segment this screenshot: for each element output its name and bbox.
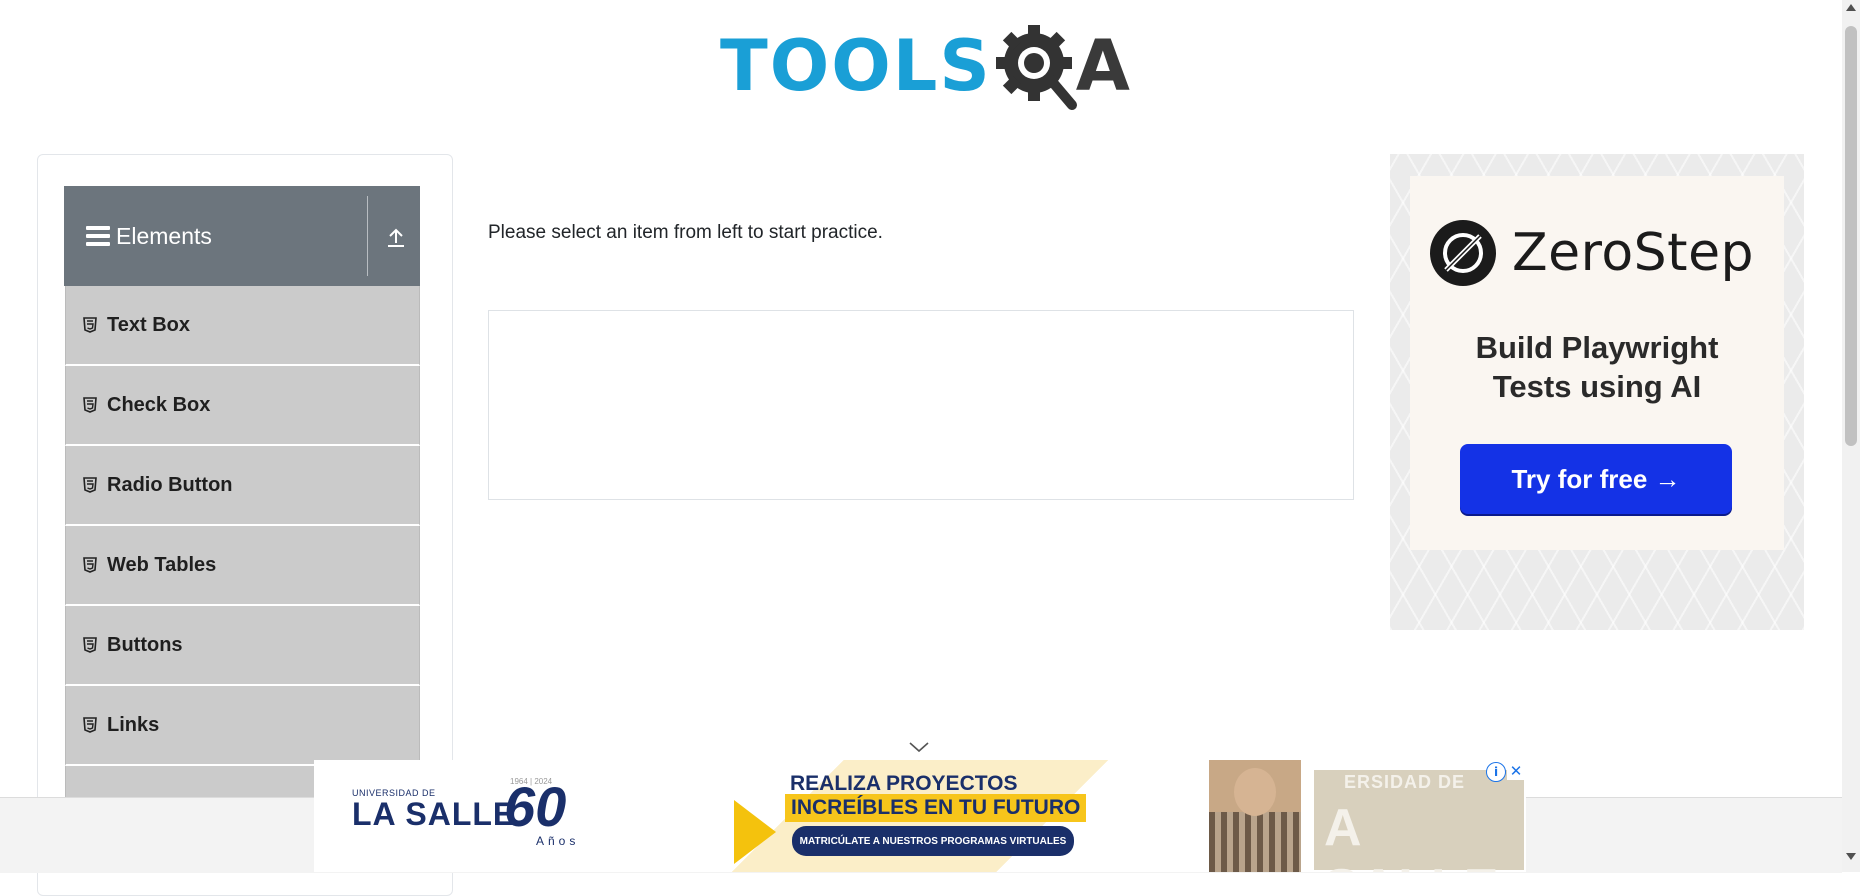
scroll-up-icon[interactable] — [1846, 4, 1856, 11]
gear-magnifier-icon — [992, 21, 1082, 111]
sidebar-item-label: Web Tables — [107, 553, 217, 576]
sidebar-item-radio-button[interactable]: Radio Button — [65, 446, 420, 526]
close-icon[interactable]: ✕ — [1507, 762, 1525, 780]
zerostep-brand-name: ZeroStep — [1512, 223, 1755, 283]
scroll-down-icon[interactable] — [1846, 853, 1856, 860]
logo-text-a: A — [1075, 25, 1130, 107]
tagline-line-2: Tests using AI — [1492, 369, 1702, 404]
group-title: Elements — [116, 222, 212, 249]
vertical-scrollbar[interactable] — [1842, 0, 1860, 872]
hamburger-icon — [86, 226, 110, 246]
zerostep-tagline: Build Playwright Tests using AI — [1410, 328, 1784, 406]
zerostep-ad[interactable]: ZeroStep Build Playwright Tests using AI… — [1390, 154, 1804, 630]
html5-icon — [83, 397, 97, 413]
practice-area — [488, 310, 1354, 500]
upload-arrow-icon[interactable] — [378, 220, 414, 256]
matriculate-button[interactable]: MATRICÚLATE A NUESTROS PROGRAMAS VIRTUAL… — [792, 826, 1074, 856]
logo-text-tools: TOOLS — [720, 25, 992, 107]
lasalle-ad-banner[interactable]: UNIVERSIDAD DE LA SALLE 1964 | 2024 60 A… — [314, 760, 1526, 872]
html5-icon — [83, 557, 97, 573]
sidebar-item-label: Check Box — [107, 393, 211, 416]
sidebar-item-text-box[interactable]: Text Box — [65, 286, 420, 366]
anos-text: Años — [536, 834, 580, 848]
practice-instruction: Please select an item from left to start… — [488, 222, 883, 243]
student-head — [1234, 768, 1276, 816]
play-arrow-icon — [734, 800, 776, 864]
sidebar-item-check-box[interactable]: Check Box — [65, 366, 420, 446]
elements-group-header[interactable]: Elements — [64, 186, 420, 286]
building-sign-main: A SALLE — [1324, 799, 1498, 872]
scroll-thumb[interactable] — [1845, 26, 1857, 446]
ad-card: ZeroStep Build Playwright Tests using AI… — [1410, 176, 1784, 550]
ad-headline-2: INCREÍBLES EN TU FUTURO — [785, 794, 1087, 822]
html5-icon — [83, 717, 97, 733]
zerostep-brand-row: ZeroStep — [1430, 220, 1754, 286]
lasalle-logo: UNIVERSIDAD DE LA SALLE — [352, 788, 515, 830]
try-for-free-button[interactable]: Try for free → — [1460, 444, 1732, 514]
html5-icon — [83, 477, 97, 493]
ad-headline-1: REALIZA PROYECTOS — [790, 772, 1018, 795]
toolsqa-logo[interactable]: TOOLS A — [720, 16, 1130, 116]
sidebar-item-web-tables[interactable]: Web Tables — [65, 526, 420, 606]
adchoices-icon[interactable]: i — [1486, 762, 1506, 782]
sidebar-item-label: Radio Button — [107, 473, 233, 496]
sidebar-item-label: Links — [107, 713, 160, 736]
tagline-line-1: Build Playwright — [1475, 330, 1719, 365]
anniversary-number: 60 — [504, 775, 567, 838]
sidebar-item-links[interactable]: Links — [65, 686, 420, 766]
html5-icon — [83, 317, 97, 333]
chevron-down-icon[interactable] — [908, 740, 930, 754]
html5-icon — [83, 637, 97, 653]
student-shirt — [1209, 812, 1301, 872]
zerostep-logo-icon — [1430, 220, 1496, 286]
sidebar-item-label: Buttons — [107, 633, 183, 656]
building-sign-top: ERSIDAD DE — [1344, 772, 1466, 792]
lasalle-name: LA SALLE — [352, 796, 516, 832]
sidebar-item-label: Text Box — [107, 313, 190, 336]
sidebar-item-buttons[interactable]: Buttons — [65, 606, 420, 686]
header-divider — [367, 196, 368, 276]
